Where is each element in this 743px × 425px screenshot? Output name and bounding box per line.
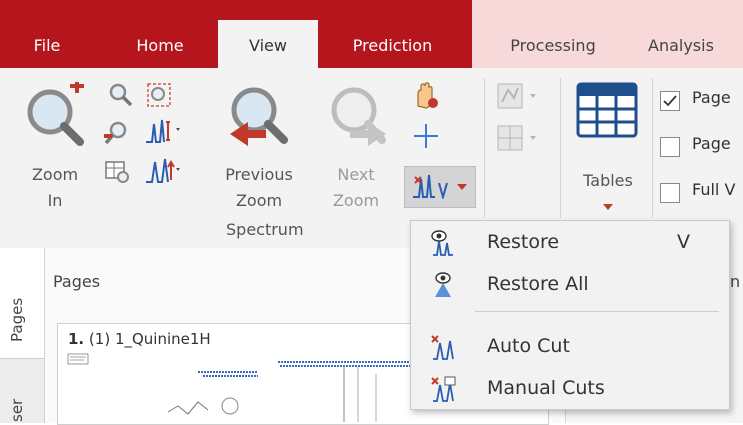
next-zoom-label-2: Zoom: [332, 191, 380, 210]
checkbox-box: [660, 91, 680, 111]
peak-zoom-icon[interactable]: [144, 116, 184, 144]
menu-separator: [475, 311, 719, 312]
crosshair-icon[interactable]: [412, 122, 440, 150]
checkbox-box: [660, 137, 680, 157]
menu-item-label: Auto Cut: [487, 335, 570, 357]
zoom-in-button[interactable]: Zoom In: [14, 78, 96, 218]
ribbon-separator: [560, 78, 561, 218]
tables-button[interactable]: Tables: [568, 78, 648, 218]
menu-item-label: Restore All: [487, 273, 589, 295]
zoom-in-label-2: In: [47, 191, 63, 210]
chevron-down-icon: [457, 184, 467, 190]
ribbon-tab-bar: File Home View Prediction Processing Ana…: [0, 0, 743, 68]
zoom-in-icon: [27, 82, 84, 146]
tab-home[interactable]: Home: [120, 24, 200, 68]
tab-prediction[interactable]: Prediction: [330, 24, 455, 68]
tab-user-label: ser: [8, 398, 26, 422]
manual-cuts-icon: [431, 376, 456, 402]
menu-item-shortcut: V: [677, 231, 690, 253]
restore-all-icon: [435, 272, 451, 297]
tab-pages-vertical[interactable]: Pages: [0, 248, 44, 359]
previous-zoom-label-2: Zoom: [235, 191, 283, 210]
zoom-out-icon[interactable]: [104, 120, 130, 146]
menu-item-restore[interactable]: Restore V: [411, 223, 729, 263]
pages-panel-title: Pages: [53, 272, 101, 291]
tables-label: Tables: [583, 171, 633, 190]
auto-cut-icon: [431, 335, 454, 360]
grid-view-icon[interactable]: [496, 124, 544, 152]
cut-dropdown-menu: Restore V Restore All Auto Cut Manual Cu…: [410, 220, 730, 410]
tab-processing[interactable]: Processing: [488, 24, 618, 68]
menu-item-restore-all[interactable]: Restore All: [411, 265, 729, 305]
ribbon-separator: [484, 78, 485, 218]
previous-zoom-icon: [230, 87, 288, 146]
tab-analysis[interactable]: Analysis: [648, 24, 743, 68]
tab-pages-label: Pages: [8, 297, 26, 342]
cut-dropdown-button[interactable]: [404, 166, 476, 208]
page-checkbox-1[interactable]: Page: [660, 88, 743, 114]
menu-item-label: Manual Cuts: [487, 377, 605, 399]
peak-scale-icon[interactable]: [144, 156, 184, 184]
page-number: 1.: [68, 330, 85, 348]
pan-hand-icon[interactable]: [412, 82, 440, 110]
page-checkbox-2[interactable]: Page: [660, 134, 743, 160]
restore-icon: [431, 230, 453, 256]
stack-view-icon[interactable]: [496, 82, 544, 110]
zoom-region-icon[interactable]: [108, 82, 134, 108]
tab-file[interactable]: File: [22, 24, 72, 68]
page-thumbnail-title: 1. (1) 1_Quinine1H: [68, 330, 211, 348]
checkbox-label: Page: [692, 134, 731, 153]
menu-item-label: Restore: [487, 231, 560, 253]
cut-spectrum-icon: [413, 174, 448, 199]
previous-zoom-button[interactable]: Previous Zoom: [214, 78, 304, 218]
zoom-table-icon[interactable]: [104, 158, 132, 186]
chevron-down-icon: [603, 204, 613, 210]
zoom-in-label-1: Zoom: [31, 165, 79, 184]
zoom-fit-icon[interactable]: [146, 82, 172, 108]
tab-view[interactable]: View: [218, 20, 318, 68]
ribbon-separator: [652, 78, 653, 218]
checkbox-box: [660, 183, 680, 203]
next-zoom-label-1: Next: [337, 165, 375, 184]
menu-item-manual-cuts[interactable]: Manual Cuts: [411, 369, 729, 409]
left-tab-strip: Pages ser: [0, 248, 45, 423]
next-zoom-button[interactable]: Next Zoom: [316, 78, 396, 218]
full-view-checkbox[interactable]: Full V: [660, 180, 743, 206]
spectrum-group-label: Spectrum: [226, 220, 304, 239]
page-name: (1) 1_Quinine1H: [88, 330, 211, 348]
table-icon: [576, 82, 638, 138]
next-zoom-icon: [331, 87, 386, 146]
checkbox-label: Page: [692, 88, 731, 107]
right-panel-partial-text: n: [730, 272, 741, 291]
tab-user-vertical[interactable]: ser: [0, 360, 44, 423]
previous-zoom-label-1: Previous: [225, 165, 293, 184]
menu-item-auto-cut[interactable]: Auto Cut: [411, 327, 729, 367]
checkmark-icon: [663, 95, 677, 107]
checkbox-label: Full V: [692, 180, 736, 199]
